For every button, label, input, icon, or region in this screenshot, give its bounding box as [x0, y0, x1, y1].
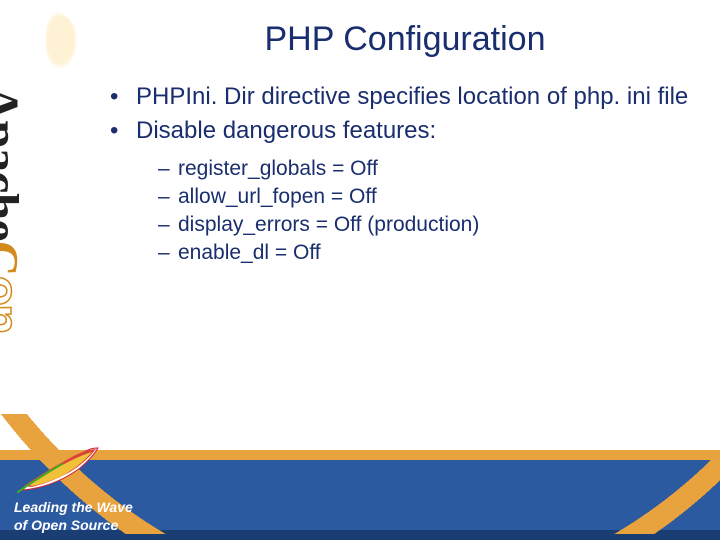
bullet-item: • PHPIni. Dir directive specifies locati… — [110, 83, 710, 111]
apachecon-text: ApacheCon — [0, 85, 31, 332]
dash-marker: – — [158, 157, 178, 181]
dash-marker: – — [158, 185, 178, 209]
tagline: Leading the Wave of Open Source — [14, 499, 133, 534]
slide-title: PHP Configuration — [100, 20, 710, 59]
bullet-marker: • — [110, 117, 136, 145]
bullet-marker: • — [110, 83, 136, 111]
sub-bullet-text: display_errors = Off (production) — [178, 213, 479, 237]
dash-marker: – — [158, 241, 178, 265]
banner-stripe-orange — [0, 450, 720, 460]
tagline-line-1: Leading the Wave — [14, 499, 133, 517]
dash-marker: – — [158, 213, 178, 237]
brand-apache: Apache — [0, 85, 30, 240]
sub-bullet-text: allow_url_fopen = Off — [178, 185, 377, 209]
sub-bullet-list: – register_globals = Off – allow_url_fop… — [110, 157, 710, 265]
brand-con-on: on — [0, 276, 30, 333]
sub-bullet-item: – enable_dl = Off — [158, 241, 710, 265]
brand-con-c: C — [0, 240, 30, 275]
logo-swoosh — [46, 10, 82, 70]
sub-bullet-text: enable_dl = Off — [178, 241, 321, 265]
tagline-line-2: of Open Source — [14, 517, 133, 535]
bullet-text: Disable dangerous features: — [136, 117, 436, 145]
slide-content: PHP Configuration • PHPIni. Dir directiv… — [100, 20, 710, 269]
footer-banner: Leading the Wave of Open Source — [0, 450, 720, 540]
bullet-item: • Disable dangerous features: — [110, 117, 710, 145]
apachecon-logo: ApacheCon — [4, 10, 92, 440]
feather-icon — [14, 446, 104, 494]
sub-bullet-text: register_globals = Off — [178, 157, 378, 181]
sub-bullet-item: – allow_url_fopen = Off — [158, 185, 710, 209]
bullet-list: • PHPIni. Dir directive specifies locati… — [100, 83, 710, 265]
sub-bullet-item: – display_errors = Off (production) — [158, 213, 710, 237]
bullet-text: PHPIni. Dir directive specifies location… — [136, 83, 688, 111]
sub-bullet-item: – register_globals = Off — [158, 157, 710, 181]
